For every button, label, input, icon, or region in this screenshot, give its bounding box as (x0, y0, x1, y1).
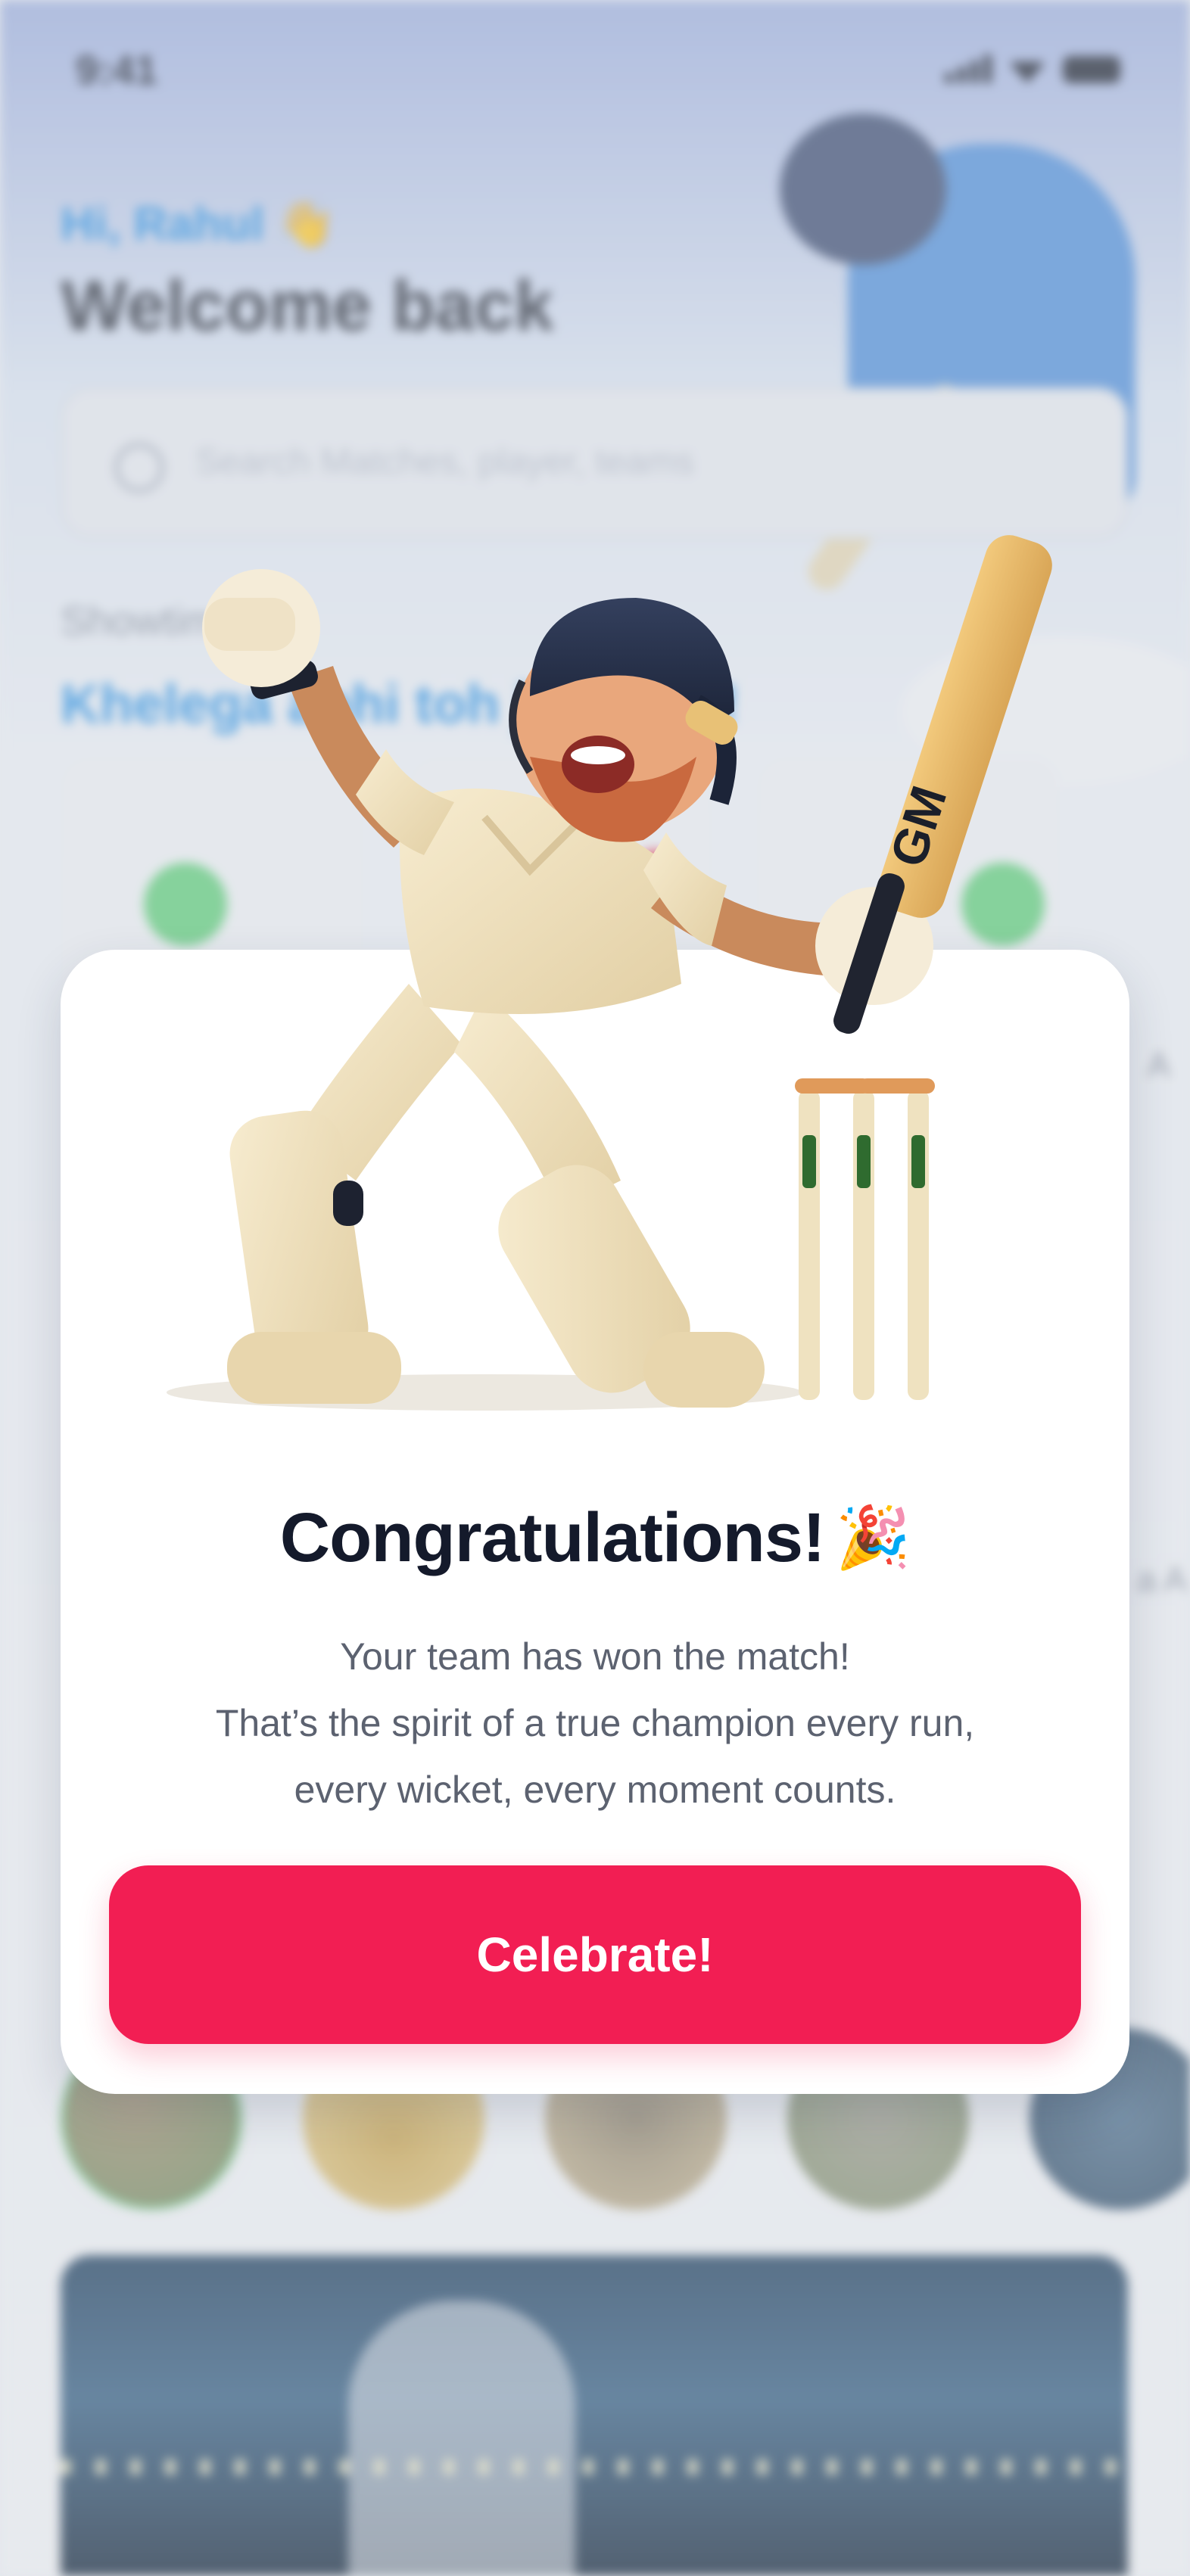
modal-title: Congratulations! 🎉 (61, 1498, 1129, 1578)
party-popper-icon: 🎉 (835, 1504, 911, 1571)
modal-message: Your team has won the match! That’s the … (61, 1623, 1129, 1823)
modal-title-text: Congratulations! (279, 1499, 826, 1576)
message-line: That’s the spirit of a true champion eve… (215, 1702, 975, 1744)
celebrate-button[interactable]: Celebrate! (109, 1865, 1081, 2044)
message-line: every wicket, every moment counts. (294, 1769, 896, 1811)
congratulations-modal: Congratulations! 🎉 Your team has won the … (61, 950, 1129, 2094)
message-line: Your team has won the match! (340, 1635, 850, 1678)
